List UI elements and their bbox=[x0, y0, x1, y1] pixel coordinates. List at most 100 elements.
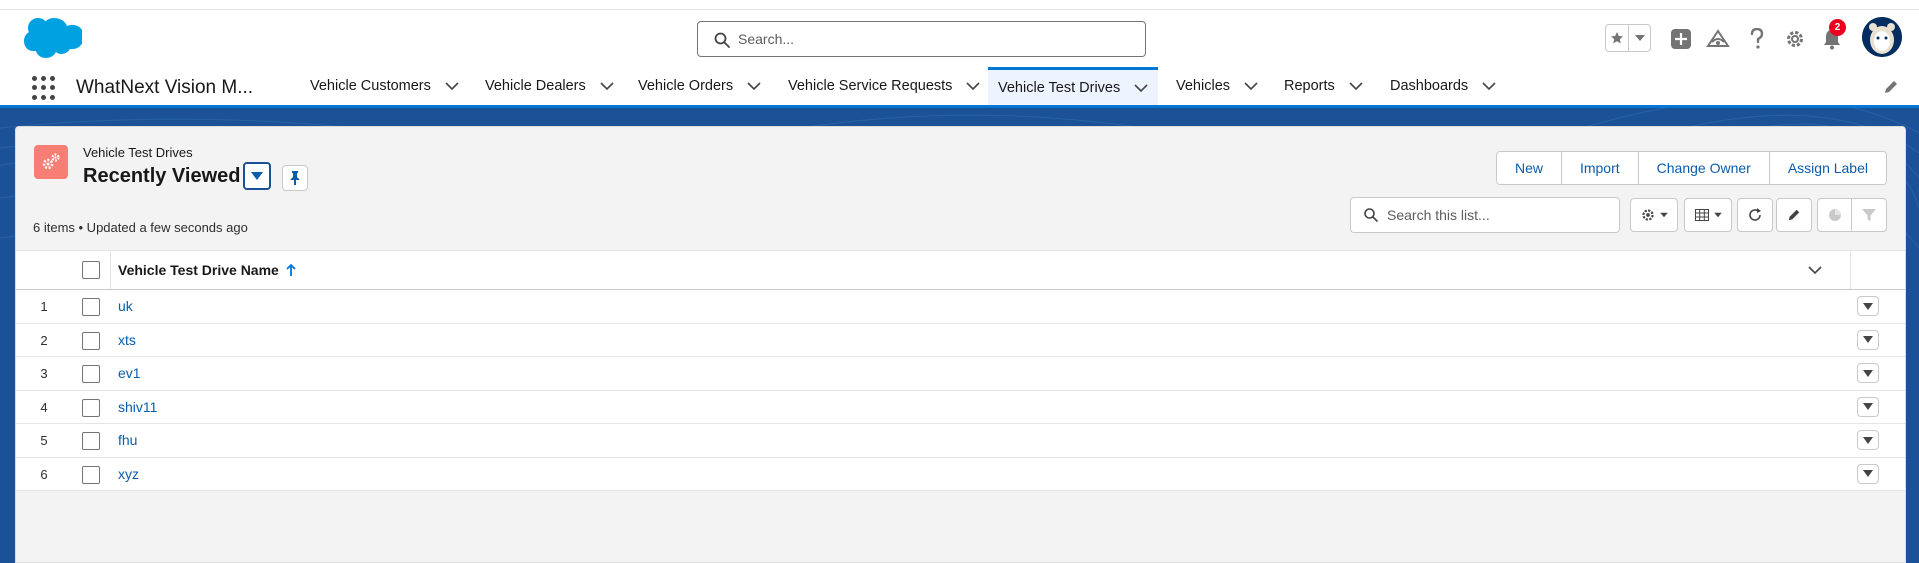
chevron-down-icon[interactable] bbox=[1482, 79, 1496, 93]
favorite-star-button[interactable] bbox=[1606, 25, 1628, 51]
record-link[interactable]: xyz bbox=[118, 466, 139, 482]
nav-tab-vehicles[interactable]: Vehicles bbox=[1166, 67, 1268, 105]
show-charts-button[interactable] bbox=[1818, 199, 1853, 231]
nav-tab-dashboards[interactable]: Dashboards bbox=[1380, 67, 1506, 105]
row-checkbox[interactable] bbox=[82, 398, 100, 417]
chevron-down-icon[interactable] bbox=[445, 79, 459, 93]
nav-tab-vehicle-test-drives[interactable]: Vehicle Test Drives bbox=[988, 67, 1159, 105]
salesforce-logo[interactable] bbox=[18, 17, 82, 61]
caret-down-icon bbox=[1863, 369, 1873, 377]
table-icon bbox=[1694, 209, 1709, 221]
column-header-label: Vehicle Test Drive Name bbox=[118, 262, 279, 278]
row-actions-button[interactable] bbox=[1857, 329, 1879, 350]
row-number: 3 bbox=[40, 366, 48, 381]
column-actions-chevron-icon[interactable] bbox=[1808, 263, 1822, 277]
list-search-box[interactable] bbox=[1350, 197, 1620, 233]
nav-tab-reports[interactable]: Reports bbox=[1274, 67, 1373, 105]
record-link[interactable]: fhu bbox=[118, 432, 137, 448]
record-link[interactable]: ev1 bbox=[118, 365, 141, 381]
change-owner-button[interactable]: Change Owner bbox=[1637, 152, 1769, 184]
new-button[interactable]: New bbox=[1496, 152, 1561, 184]
chevron-down-icon[interactable] bbox=[1349, 79, 1363, 93]
record-link[interactable]: shiv11 bbox=[118, 399, 157, 415]
row-actions-button[interactable] bbox=[1857, 363, 1879, 383]
caret-down-icon bbox=[251, 172, 263, 180]
chevron-down-icon[interactable] bbox=[747, 79, 761, 93]
chevron-down-icon[interactable] bbox=[1244, 79, 1258, 93]
top-strip bbox=[0, 0, 1919, 10]
list-view-controls-button[interactable] bbox=[1630, 198, 1678, 232]
row-number: 4 bbox=[40, 399, 48, 415]
list-search-input[interactable] bbox=[1387, 205, 1607, 225]
record-link[interactable]: xts bbox=[118, 332, 136, 348]
caret-down-icon bbox=[1863, 436, 1873, 444]
nav-tab-label: Vehicles bbox=[1176, 78, 1231, 94]
row-checkbox[interactable] bbox=[82, 298, 100, 316]
inline-edit-button[interactable] bbox=[1776, 198, 1812, 232]
global-search[interactable] bbox=[697, 21, 1146, 57]
chevron-down-icon[interactable] bbox=[966, 79, 980, 93]
row-actions-button[interactable] bbox=[1857, 430, 1879, 450]
list-view-title: Recently Viewed bbox=[83, 165, 241, 187]
chevron-down-icon[interactable] bbox=[1134, 81, 1148, 95]
nav-tab-label: Vehicle Test Drives bbox=[998, 79, 1121, 96]
chevron-down-icon[interactable] bbox=[600, 79, 614, 93]
object-label: Vehicle Test Drives bbox=[83, 145, 193, 160]
gears-icon bbox=[42, 153, 60, 170]
gear-icon bbox=[1787, 31, 1803, 47]
row-checkbox[interactable] bbox=[82, 465, 100, 484]
guidance-center-icon bbox=[1706, 29, 1730, 47]
row-checkbox[interactable] bbox=[82, 365, 100, 383]
import-button[interactable]: Import bbox=[1560, 152, 1638, 184]
row-actions-button[interactable] bbox=[1857, 296, 1879, 316]
pencil-icon bbox=[1788, 209, 1800, 221]
caret-down-icon bbox=[1863, 403, 1873, 410]
chart-filter-button-group bbox=[1817, 198, 1887, 232]
column-divider bbox=[110, 251, 111, 289]
nav-tab-vehicle-customers[interactable]: Vehicle Customers bbox=[300, 67, 469, 105]
row-actions-button[interactable] bbox=[1857, 463, 1879, 484]
row-checkbox[interactable] bbox=[82, 331, 100, 350]
column-divider bbox=[1850, 251, 1851, 289]
trailhead-guidance-button[interactable] bbox=[1703, 24, 1733, 54]
row-number: 1 bbox=[40, 299, 48, 314]
filters-button[interactable] bbox=[1852, 199, 1886, 231]
list-view-picker-button[interactable] bbox=[243, 162, 271, 190]
refresh-button[interactable] bbox=[1737, 198, 1773, 232]
global-search-input[interactable] bbox=[738, 28, 1128, 50]
app-name: WhatNext Vision M... bbox=[76, 77, 254, 98]
add-icon bbox=[1671, 29, 1691, 49]
row-checkbox[interactable] bbox=[82, 432, 100, 450]
vehicle-test-drive-object-icon bbox=[34, 145, 68, 179]
refresh-icon bbox=[1749, 208, 1761, 221]
list-meta-status: 6 items • Updated a few seconds ago bbox=[33, 220, 248, 235]
row-number: 5 bbox=[40, 433, 48, 448]
row-actions-button[interactable] bbox=[1857, 396, 1879, 417]
nav-tab-vehicle-dealers[interactable]: Vehicle Dealers bbox=[475, 67, 624, 105]
filter-icon bbox=[1862, 209, 1876, 221]
nav-tab-label: Reports bbox=[1284, 78, 1335, 94]
setup-button[interactable] bbox=[1781, 24, 1809, 54]
nav-tab-label: Dashboards bbox=[1390, 78, 1469, 94]
list-actions-button-group: New Import Change Owner Assign Label bbox=[1495, 151, 1887, 185]
nav-tab-label: Vehicle Orders bbox=[638, 78, 734, 94]
row-number: 6 bbox=[40, 466, 48, 482]
record-link[interactable]: uk bbox=[118, 298, 133, 314]
star-icon bbox=[1611, 32, 1623, 44]
edit-nav-pencil-icon[interactable] bbox=[1883, 79, 1899, 95]
favorites-list-button[interactable] bbox=[1628, 25, 1650, 51]
pie-chart-icon bbox=[1828, 209, 1841, 221]
global-actions-button[interactable] bbox=[1667, 24, 1695, 54]
user-avatar[interactable] bbox=[1862, 17, 1902, 57]
select-all-checkbox[interactable] bbox=[82, 261, 100, 279]
app-launcher-icon[interactable] bbox=[32, 76, 56, 100]
column-header-name[interactable]: Vehicle Test Drive Name bbox=[118, 262, 297, 278]
nav-tab-vehicle-service-requests[interactable]: Vehicle Service Requests bbox=[778, 67, 990, 105]
nav-tab-vehicle-orders[interactable]: Vehicle Orders bbox=[628, 67, 771, 105]
display-as-button[interactable] bbox=[1684, 198, 1732, 232]
favorites-group[interactable] bbox=[1605, 24, 1651, 52]
pin-list-view-button[interactable] bbox=[282, 165, 308, 191]
assign-label-button[interactable]: Assign Label bbox=[1768, 152, 1886, 184]
table-row: 4 shiv11 bbox=[16, 390, 1905, 424]
help-button[interactable] bbox=[1743, 24, 1771, 54]
